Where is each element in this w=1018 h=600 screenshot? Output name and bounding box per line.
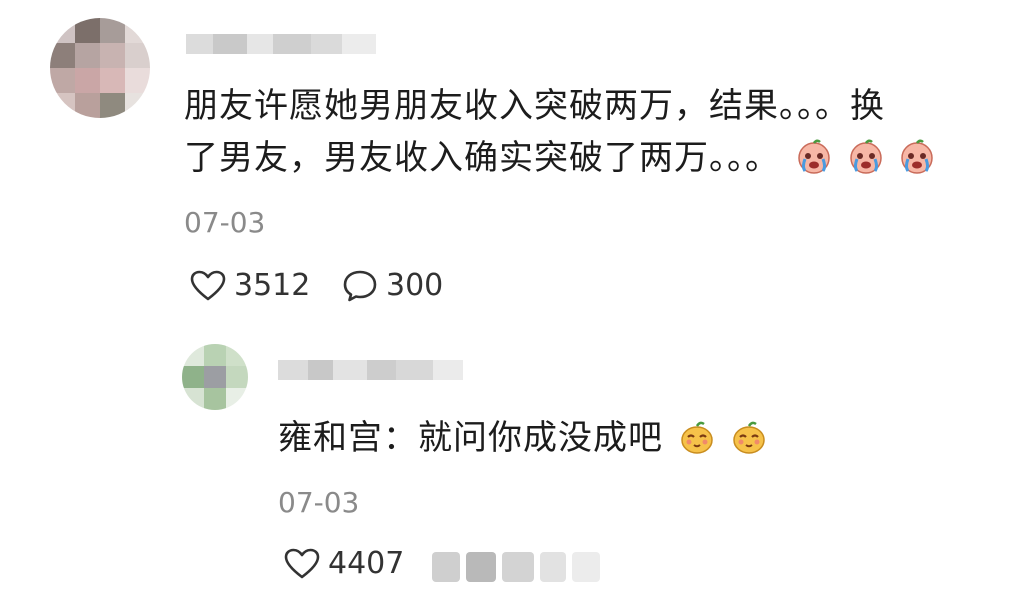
- heart-outline-icon: [284, 548, 320, 578]
- watermark: [432, 546, 602, 588]
- crying-emoji-icon: [798, 139, 830, 174]
- crying-emoji-icon: [849, 139, 882, 174]
- heart-outline-icon: [190, 270, 226, 300]
- reply-text-content: 雍和宫：就问你成没成吧: [278, 418, 663, 458]
- reply-like-count: 4407: [328, 546, 405, 581]
- reply-like-button[interactable]: 4407: [284, 546, 404, 581]
- username[interactable]: [186, 34, 376, 54]
- comment-text-line: 朋友许愿她男朋友收入突破两万，结果。。。换: [184, 86, 885, 126]
- reply-count: 300: [386, 268, 444, 303]
- avatar[interactable]: [50, 18, 150, 118]
- comment-text-line-content: 了男友，男友收入确实突破了两万。。。: [184, 138, 780, 178]
- smirk-emoji-icon: [681, 421, 713, 454]
- like-count: 3512: [234, 268, 311, 303]
- comment-text: 朋友许愿她男朋友收入突破两万，结果。。。换 了男友，男友收入确实突破了两万。。。: [184, 80, 964, 184]
- reply-date: 07-03: [278, 486, 360, 519]
- reply-avatar[interactable]: [182, 344, 248, 410]
- like-button[interactable]: 3512: [190, 268, 310, 303]
- reply-username[interactable]: [278, 360, 463, 380]
- comment-date: 07-03: [184, 206, 266, 239]
- comment-text-line: 了男友，男友收入确实突破了两万。。。: [184, 132, 964, 184]
- speech-bubble-icon: [343, 270, 377, 301]
- reply-button[interactable]: 300: [342, 268, 443, 303]
- crying-emoji-icon: [901, 139, 934, 174]
- reply-text: 雍和宫：就问你成没成吧: [278, 412, 878, 464]
- smirk-emoji-icon: [732, 421, 765, 454]
